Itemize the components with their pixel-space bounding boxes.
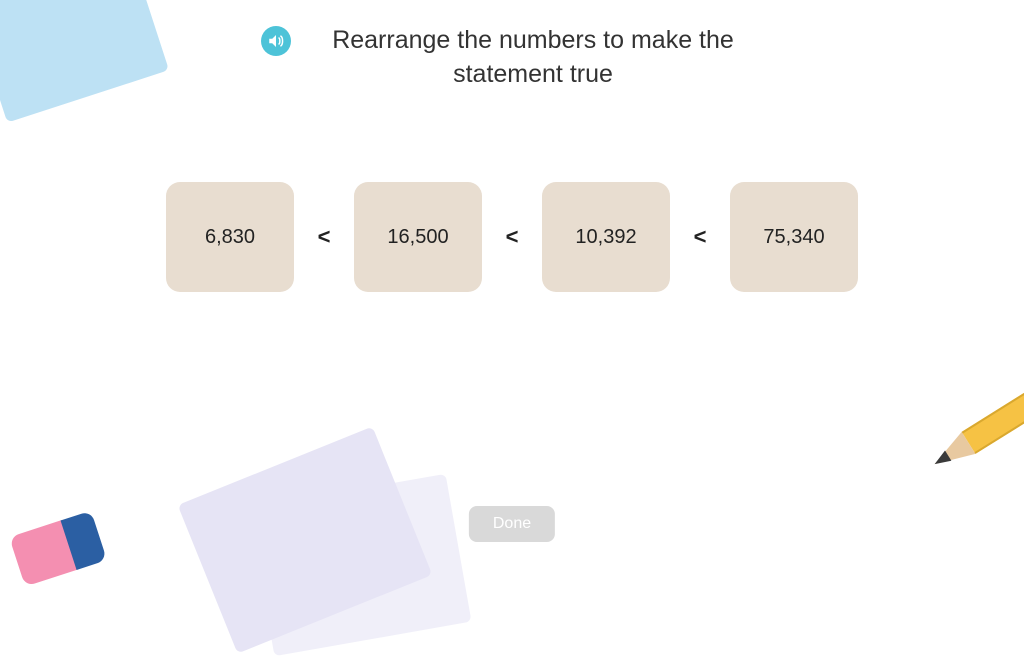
decorative-pencil: [928, 379, 1024, 475]
number-tile-0[interactable]: 6,830: [166, 182, 294, 292]
less-than-operator: <: [314, 224, 334, 250]
instruction-title: Rearrange the numbers to make the statem…: [303, 24, 763, 92]
done-button[interactable]: Done: [469, 506, 555, 542]
speaker-icon: [267, 32, 285, 50]
decorative-blue-sheet: [0, 0, 169, 123]
less-than-operator: <: [690, 224, 710, 250]
decorative-eraser: [8, 506, 112, 591]
number-tile-3[interactable]: 75,340: [730, 182, 858, 292]
speaker-button[interactable]: [261, 26, 291, 56]
less-than-operator: <: [502, 224, 522, 250]
number-tiles-row: 6,830 < 16,500 < 10,392 < 75,340: [0, 182, 1024, 292]
number-tile-2[interactable]: 10,392: [542, 182, 670, 292]
number-tile-1[interactable]: 16,500: [354, 182, 482, 292]
